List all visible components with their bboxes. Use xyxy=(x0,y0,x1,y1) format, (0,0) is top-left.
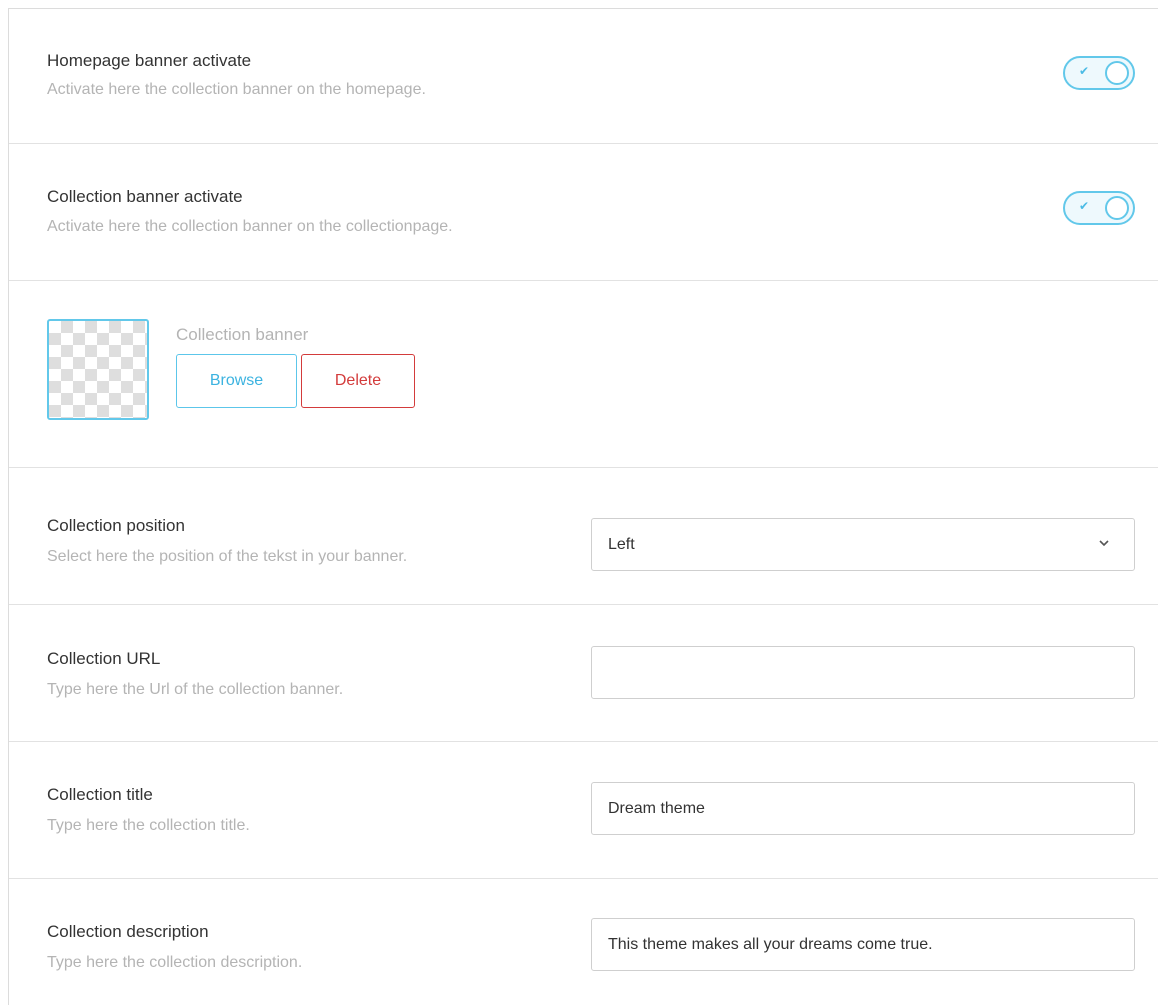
collection-position-selected: Left xyxy=(608,535,635,553)
banner-image-label: Collection banner xyxy=(176,325,309,344)
collection-title-label: Collection title xyxy=(47,785,153,804)
collection-url-row: Collection URL Type here the Url of the … xyxy=(9,605,1158,742)
collection-banner-toggle[interactable]: ✔ xyxy=(1063,191,1135,225)
collection-title-description: Type here the collection title. xyxy=(47,817,250,834)
collection-title-input[interactable]: Dream theme xyxy=(591,782,1135,835)
collection-position-row: Collection position Select here the posi… xyxy=(9,468,1158,605)
homepage-banner-description: Activate here the collection banner on t… xyxy=(47,81,426,98)
collection-url-description: Type here the Url of the collection bann… xyxy=(47,681,344,698)
check-icon: ✔ xyxy=(1079,64,1090,78)
collection-position-select[interactable]: Left xyxy=(591,518,1135,571)
homepage-banner-row: Homepage banner activate Activate here t… xyxy=(9,9,1158,144)
homepage-banner-label: Homepage banner activate xyxy=(47,51,252,70)
homepage-banner-toggle[interactable]: ✔ xyxy=(1063,56,1135,90)
collection-banner-label: Collection banner activate xyxy=(47,187,243,206)
collection-description-label: Collection description xyxy=(47,922,209,941)
collection-position-label: Collection position xyxy=(47,516,185,535)
toggle-knob xyxy=(1105,196,1129,220)
collection-banner-description: Activate here the collection banner on t… xyxy=(47,218,453,235)
check-icon: ✔ xyxy=(1079,199,1090,213)
banner-image-row: Collection banner Browse Delete xyxy=(9,281,1158,468)
collection-banner-row: Collection banner activate Activate here… xyxy=(9,144,1158,281)
collection-description-input[interactable]: This theme makes all your dreams come tr… xyxy=(591,918,1135,971)
collection-title-row: Collection title Type here the collectio… xyxy=(9,742,1158,879)
collection-url-input[interactable] xyxy=(591,646,1135,699)
chevron-down-icon xyxy=(1099,540,1109,547)
toggle-knob xyxy=(1105,61,1129,85)
collection-url-label: Collection URL xyxy=(47,649,161,668)
browse-button[interactable]: Browse xyxy=(176,354,297,408)
settings-panel: Homepage banner activate Activate here t… xyxy=(8,8,1158,1005)
collection-description-description: Type here the collection description. xyxy=(47,954,303,971)
banner-image-preview[interactable] xyxy=(47,319,149,420)
delete-button[interactable]: Delete xyxy=(301,354,415,408)
collection-position-description: Select here the position of the tekst in… xyxy=(47,548,408,565)
collection-description-row: Collection description Type here the col… xyxy=(9,879,1158,1006)
